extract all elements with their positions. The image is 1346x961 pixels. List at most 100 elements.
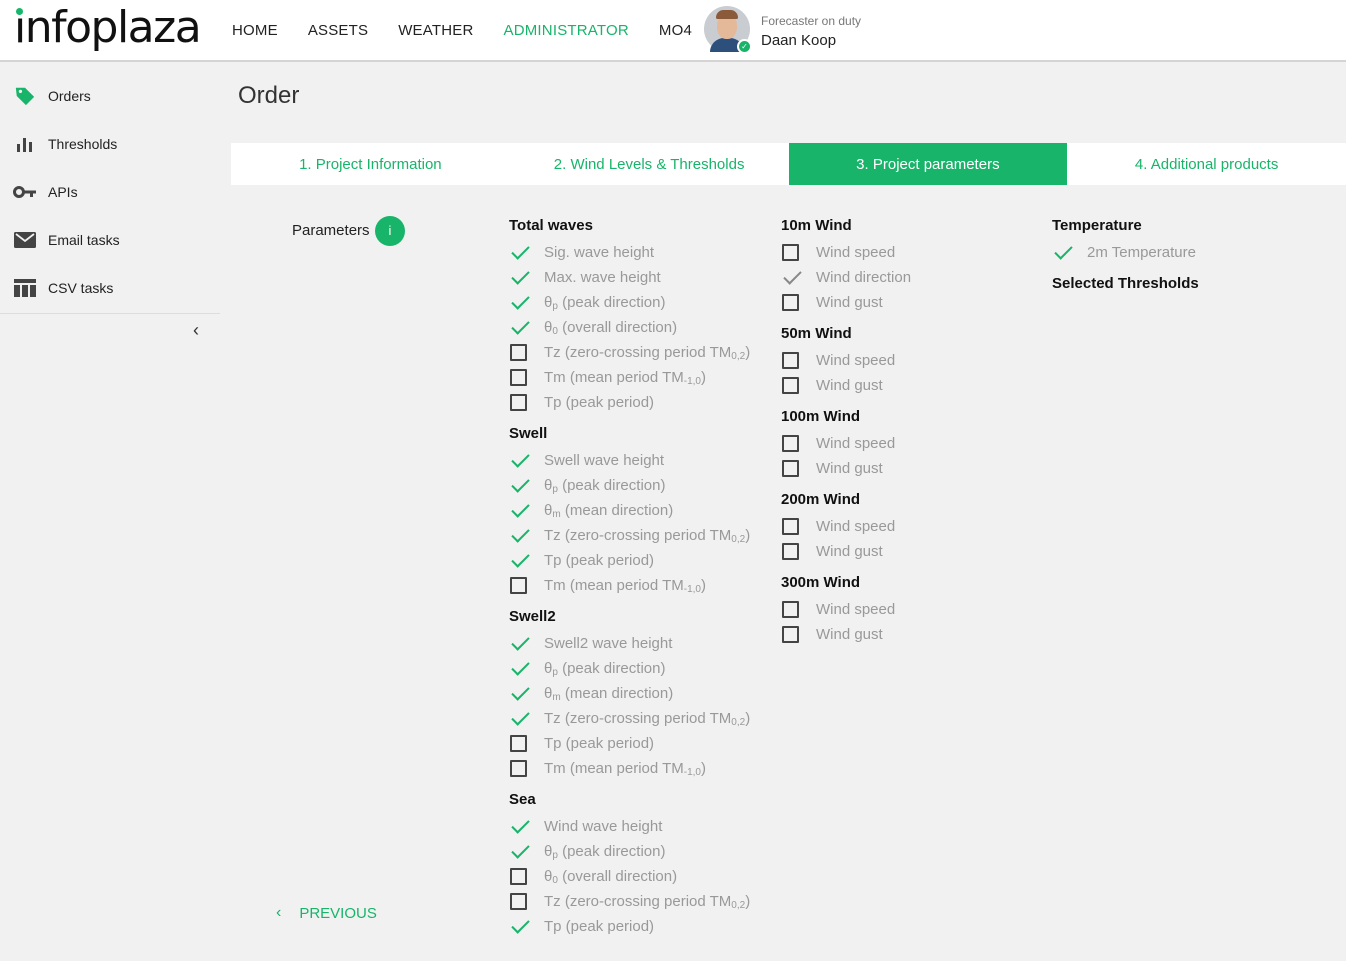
- checkmark-icon[interactable]: [509, 293, 529, 313]
- checkbox-empty-icon[interactable]: [510, 735, 527, 752]
- checkmark-icon[interactable]: [509, 684, 529, 704]
- checkbox-empty-icon[interactable]: [782, 543, 799, 560]
- checkbox-empty-icon[interactable]: [782, 352, 799, 369]
- parameter-checkbox-row[interactable]: Tz (zero-crossing period TM0,2): [509, 706, 750, 731]
- parameter-checkbox-row[interactable]: Tz (zero-crossing period TM0,2): [509, 523, 750, 548]
- parameter-checkbox-row[interactable]: Tp (peak period): [509, 548, 750, 573]
- parameter-checkbox-row[interactable]: Wind speed: [781, 597, 911, 622]
- nav-home[interactable]: HOME: [232, 22, 278, 39]
- forecaster-avatar[interactable]: ✓: [704, 6, 752, 54]
- checkbox-empty-icon[interactable]: [510, 369, 527, 386]
- nav-mo4[interactable]: MO4: [659, 22, 692, 39]
- label-subscript: 0,2: [731, 350, 746, 362]
- parameter-checkbox-row[interactable]: Wind speed: [781, 431, 911, 456]
- parameter-checkbox-row[interactable]: Tp (peak period): [509, 731, 750, 756]
- checkmark-icon[interactable]: [509, 318, 529, 338]
- parameter-checkbox-row[interactable]: Tm (mean period TM-1,0): [509, 365, 750, 390]
- parameter-checkbox-row[interactable]: Sig. wave height: [509, 240, 750, 265]
- parameter-checkbox-row[interactable]: Wind gust: [781, 539, 911, 564]
- checkbox-empty-icon[interactable]: [510, 760, 527, 777]
- checkbox-empty-icon[interactable]: [782, 601, 799, 618]
- sidebar-item-email-tasks[interactable]: Email tasks: [0, 216, 220, 264]
- parameter-checkbox-row[interactable]: Tz (zero-crossing period TM0,2): [509, 889, 750, 914]
- checkmark-icon[interactable]: [1052, 243, 1072, 263]
- parameter-checkbox-row[interactable]: Wind direction: [781, 265, 911, 290]
- info-icon[interactable]: i: [375, 216, 405, 246]
- checkbox-empty-icon[interactable]: [782, 377, 799, 394]
- group-gap: [509, 598, 750, 607]
- parameter-checkbox-row[interactable]: 2m Temperature: [1052, 240, 1199, 265]
- checkbox-empty-icon[interactable]: [510, 868, 527, 885]
- checkmark-icon[interactable]: [509, 842, 529, 862]
- parameter-checkbox-row[interactable]: θp (peak direction): [509, 656, 750, 681]
- parameter-checkbox-row[interactable]: θ0 (overall direction): [509, 864, 750, 889]
- checkbox-empty-icon[interactable]: [782, 435, 799, 452]
- checkmark-icon[interactable]: [509, 451, 529, 471]
- checkmark-icon[interactable]: [509, 709, 529, 729]
- parameter-label: Swell wave height: [544, 452, 665, 469]
- sidebar-item-csv-tasks[interactable]: CSV tasks: [0, 264, 220, 312]
- checkmark-icon[interactable]: [509, 268, 529, 288]
- checkbox-empty-icon[interactable]: [510, 344, 527, 361]
- parameter-checkbox-row[interactable]: Wind gust: [781, 456, 911, 481]
- checkbox-empty-icon[interactable]: [782, 294, 799, 311]
- previous-button[interactable]: ‹ PREVIOUS: [276, 904, 377, 922]
- checkmark-icon[interactable]: [509, 817, 529, 837]
- step-wind-levels-thresholds[interactable]: 2. Wind Levels & Thresholds: [510, 143, 789, 185]
- parameter-checkbox-row[interactable]: Tm (mean period TM-1,0): [509, 756, 750, 781]
- checkbox-empty-icon[interactable]: [510, 893, 527, 910]
- checkmark-icon[interactable]: [509, 634, 529, 654]
- checkmark-icon[interactable]: [509, 243, 529, 263]
- parameter-checkbox-row[interactable]: θm (mean direction): [509, 498, 750, 523]
- parameter-checkbox-row[interactable]: θp (peak direction): [509, 839, 750, 864]
- parameter-label: θm (mean direction): [544, 685, 673, 703]
- group-gap: [781, 564, 911, 573]
- nav-administrator[interactable]: ADMINISTRATOR: [504, 22, 629, 39]
- parameter-checkbox-row[interactable]: Tp (peak period): [509, 914, 750, 939]
- parameter-checkbox-row[interactable]: Tz (zero-crossing period TM0,2): [509, 340, 750, 365]
- checkbox-empty-icon[interactable]: [782, 518, 799, 535]
- chevron-left-icon[interactable]: ‹: [186, 320, 206, 344]
- parameter-checkbox-row[interactable]: Wind gust: [781, 290, 911, 315]
- parameter-checkbox-row[interactable]: Tm (mean period TM-1,0): [509, 573, 750, 598]
- infoplaza-logo[interactable]: infoplaza: [14, 2, 202, 54]
- parameter-checkbox-row[interactable]: Wind gust: [781, 373, 911, 398]
- checkbox-empty-icon[interactable]: [782, 460, 799, 477]
- parameter-checkbox-row[interactable]: Wind gust: [781, 622, 911, 647]
- sidebar-item-apis[interactable]: APIs: [0, 168, 220, 216]
- checkmark-icon[interactable]: [509, 501, 529, 521]
- checkbox-empty-icon[interactable]: [782, 626, 799, 643]
- step-project-information[interactable]: 1. Project Information: [231, 143, 510, 185]
- nav-assets[interactable]: ASSETS: [308, 22, 368, 39]
- step-additional-products[interactable]: 4. Additional products: [1067, 143, 1346, 185]
- label-rest: (peak direction): [557, 293, 666, 311]
- checkmark-icon[interactable]: [509, 659, 529, 679]
- sidebar-item-orders[interactable]: Orders: [0, 72, 220, 120]
- parameter-checkbox-row[interactable]: Tp (peak period): [509, 390, 750, 415]
- checkbox-empty-icon[interactable]: [782, 244, 799, 261]
- parameter-checkbox-row[interactable]: θm (mean direction): [509, 681, 750, 706]
- checkbox-empty-icon[interactable]: [510, 394, 527, 411]
- label-rest: (peak direction): [557, 842, 666, 860]
- checkmark-icon[interactable]: [509, 476, 529, 496]
- parameter-checkbox-row[interactable]: θp (peak direction): [509, 473, 750, 498]
- parameter-checkbox-row[interactable]: Wind wave height: [509, 814, 750, 839]
- parameter-checkbox-row[interactable]: Swell2 wave height: [509, 631, 750, 656]
- step-project-parameters[interactable]: 3. Project parameters: [788, 143, 1068, 185]
- sidebar-item-thresholds[interactable]: Thresholds: [0, 120, 220, 168]
- checkmark-icon[interactable]: [509, 526, 529, 546]
- parameter-label: Tz (zero-crossing period TM0,2): [544, 893, 750, 911]
- parameter-checkbox-row[interactable]: Max. wave height: [509, 265, 750, 290]
- parameter-checkbox-row[interactable]: Wind speed: [781, 348, 911, 373]
- checkmark-icon[interactable]: [509, 917, 529, 937]
- order-stepper: 1. Project Information 2. Wind Levels & …: [231, 143, 1346, 185]
- parameter-checkbox-row[interactable]: Wind speed: [781, 514, 911, 539]
- checkmark-icon[interactable]: [509, 551, 529, 571]
- checkmark-icon[interactable]: [781, 268, 801, 288]
- parameter-checkbox-row[interactable]: θ0 (overall direction): [509, 315, 750, 340]
- parameter-checkbox-row[interactable]: θp (peak direction): [509, 290, 750, 315]
- parameter-checkbox-row[interactable]: Wind speed: [781, 240, 911, 265]
- parameter-checkbox-row[interactable]: Swell wave height: [509, 448, 750, 473]
- nav-weather[interactable]: WEATHER: [398, 22, 473, 39]
- checkbox-empty-icon[interactable]: [510, 577, 527, 594]
